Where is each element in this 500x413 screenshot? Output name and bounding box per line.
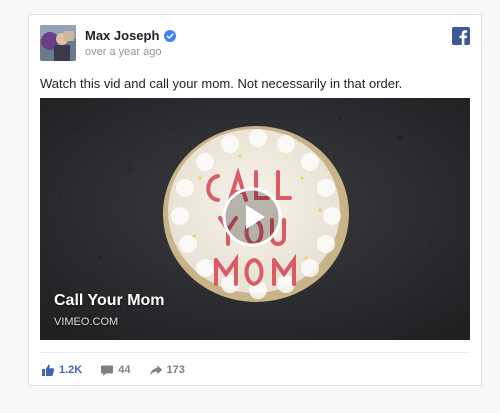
video-preview[interactable]: Call Your Mom VIMEO.COM	[40, 98, 470, 340]
author-row: Max Joseph	[85, 27, 177, 43]
engagement-bar: 1.2K 44 173	[41, 361, 203, 379]
video-source[interactable]: VIMEO.COM	[54, 316, 118, 328]
play-icon	[222, 187, 282, 247]
comment-count: 44	[118, 364, 131, 376]
like-icon	[41, 363, 55, 377]
share-icon	[149, 363, 163, 377]
avatar[interactable]	[40, 25, 76, 61]
embedded-post-card: Max Joseph over a year ago Watch this vi…	[28, 14, 482, 386]
divider	[40, 352, 470, 353]
video-title[interactable]: Call Your Mom	[54, 292, 165, 310]
comment-count-button[interactable]: 44	[100, 363, 131, 377]
play-button[interactable]	[222, 187, 282, 247]
post-timestamp[interactable]: over a year ago	[85, 46, 161, 58]
post-text: Watch this vid and call your mom. Not ne…	[40, 76, 403, 91]
verified-badge-icon	[164, 29, 177, 42]
share-count-button[interactable]: 173	[149, 363, 185, 377]
like-count: 1.2K	[59, 364, 83, 376]
share-count: 173	[166, 364, 185, 376]
author-name[interactable]: Max Joseph	[85, 28, 159, 43]
post-header: Max Joseph over a year ago	[40, 25, 470, 63]
facebook-logo-icon[interactable]	[452, 27, 470, 45]
like-count-button[interactable]: 1.2K	[41, 363, 82, 377]
comment-icon	[100, 363, 114, 377]
